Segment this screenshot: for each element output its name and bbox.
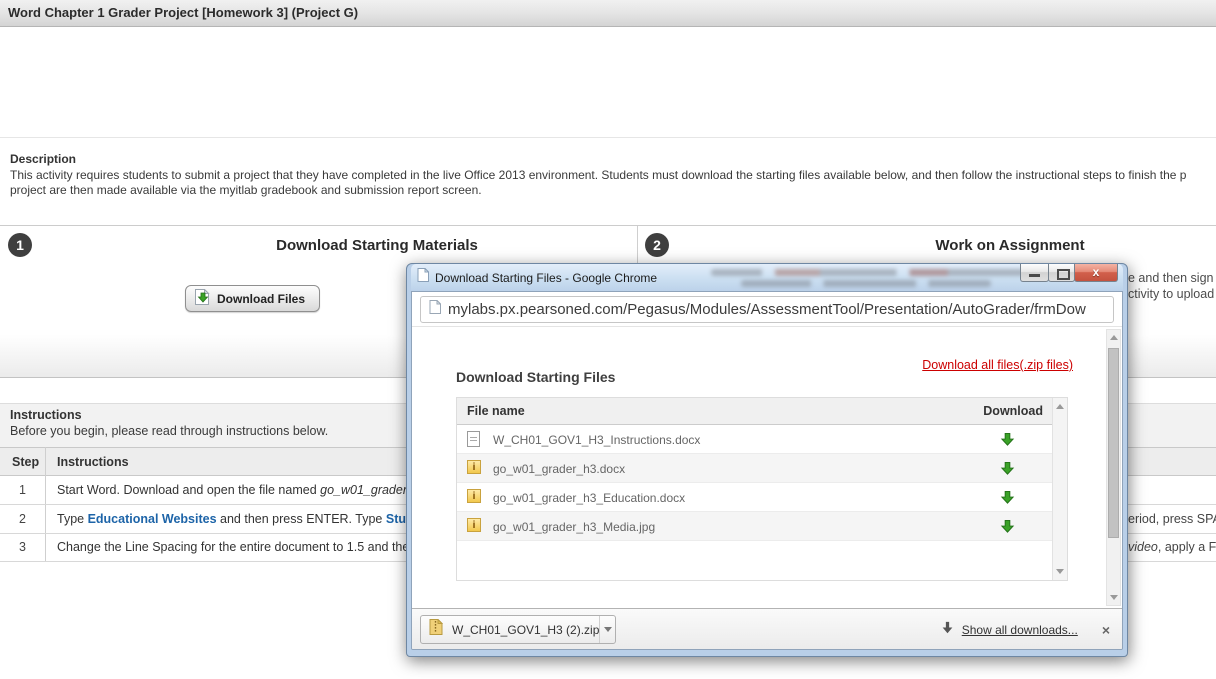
popup-heading: Download Starting Files [456,369,615,385]
step2-text-fragment: e and then sign o [1128,271,1216,285]
file-table-header: File name Download [457,398,1067,425]
instruction-filename: go_w01_grader_ [320,483,414,497]
step-number: 3 [0,540,45,554]
address-bar[interactable]: mylabs.px.pearsoned.com/Pegasus/Modules/… [420,296,1114,323]
description-text-line2: project are then made available via the … [10,183,482,197]
blurred-background-text [711,269,1031,276]
scroll-down-icon[interactable] [1110,595,1118,600]
scroll-up-icon[interactable] [1056,404,1064,409]
step2-title: Work on Assignment [637,237,1216,254]
page-title: Word Chapter 1 Grader Project [Homework … [0,0,1216,27]
download-file-icon [194,289,210,308]
blurred-background-text [741,280,991,287]
column-header-step: Step [12,455,39,469]
downloads-bar-right: Show all downloads... × [941,609,1110,650]
show-all-downloads-link[interactable]: Show all downloads... [962,623,1078,637]
instruction-text: Type [57,512,88,526]
file-row: W_CH01_GOV1_H3_Instructions.docx [457,425,1067,454]
popup-body: mylabs.px.pearsoned.com/Pegasus/Modules/… [411,291,1123,650]
file-row: i go_w01_grader_h3_Media.jpg [457,512,1067,541]
table-scrollbar[interactable] [1052,398,1067,580]
chip-dropdown[interactable] [599,616,615,643]
window-scrollbar[interactable] [1106,329,1121,606]
scroll-up-icon[interactable] [1110,335,1118,340]
download-arrow-icon[interactable] [1000,490,1015,510]
scroll-down-icon[interactable] [1056,569,1064,574]
instructions-subheading: Before you begin, please read through in… [10,424,328,438]
download-arrow-icon[interactable] [1000,461,1015,481]
download-arrow-icon[interactable] [1000,519,1015,539]
scrollbar-thumb[interactable] [1108,348,1119,538]
maximize-button[interactable] [1048,264,1075,282]
chevron-down-icon [604,627,612,632]
popup-content: Download Starting Files Download all fil… [412,327,1122,608]
instruction-text-fragment: eriod, press SPAC [1128,512,1216,526]
download-arrow-icon[interactable] [1000,432,1015,452]
instructions-heading: Instructions [10,408,82,422]
step-instruction-text: Start Word. Download and open the file n… [57,483,414,497]
download-files-label: Download Files [217,292,305,306]
download-popup-window: Download Starting Files - Google Chrome … [406,263,1128,657]
instruction-text: and then press ENTER. Type [217,512,386,526]
window-controls: x [1021,264,1118,282]
description-heading: Description [10,152,76,166]
column-header-instructions: Instructions [57,455,129,469]
step-number: 2 [0,512,45,526]
document-icon [467,431,480,447]
minimize-button[interactable] [1020,264,1049,282]
instruction-text: video [1128,540,1158,554]
file-row: i go_w01_grader_h3_Education.docx [457,483,1067,512]
zip-file-icon [421,619,443,640]
page-icon [429,300,441,319]
download-arrow-icon [941,621,954,639]
step-number: 1 [0,483,45,497]
file-name: W_CH01_GOV1_H3_Instructions.docx [493,433,700,447]
step2-text-fragment: ctivity to upload th [1128,287,1216,301]
downloaded-file-chip[interactable]: W_CH01_GOV1_H3 (2).zip [420,615,616,644]
divider [0,137,1216,138]
description-text-line1: This activity requires students to submi… [10,168,1216,182]
info-icon: i [467,489,481,503]
instruction-text: , apply a Fir [1158,540,1216,554]
popup-window-title: Download Starting Files - Google Chrome [435,271,657,285]
instruction-link[interactable]: Educational Websites [88,512,217,526]
close-downloads-bar-icon[interactable]: × [1102,623,1110,637]
download-all-link[interactable]: Download all files(.zip files) [922,358,1073,372]
file-name: go_w01_grader_h3_Education.docx [493,491,685,505]
step-instruction-text: Type Educational Websites and then press… [57,512,425,526]
info-icon: i [467,518,481,532]
instruction-text-fragment: video, apply a Fir [1128,540,1216,554]
download-files-button[interactable]: Download Files [185,285,320,312]
close-button[interactable]: x [1074,264,1118,282]
url-text: mylabs.px.pearsoned.com/Pegasus/Modules/… [448,301,1086,318]
file-name: go_w01_grader_h3_Media.jpg [493,520,655,534]
instruction-text: Start Word. Download and open the file n… [57,483,320,497]
popup-title-bar[interactable]: Download Starting Files - Google Chrome … [411,264,1123,291]
url-row: mylabs.px.pearsoned.com/Pegasus/Modules/… [412,292,1122,327]
step-instruction-text: Change the Line Spacing for the entire d… [57,540,419,554]
info-icon: i [467,460,481,474]
file-table: File name Download W_CH01_GOV1_H3_Instru… [456,397,1068,581]
file-row: i go_w01_grader_h3.docx [457,454,1067,483]
column-header-file-name: File name [467,404,525,418]
downloads-bar: W_CH01_GOV1_H3 (2).zip Show all download… [412,608,1122,650]
file-name: go_w01_grader_h3.docx [493,462,625,476]
page-icon [417,268,429,287]
screen: Word Chapter 1 Grader Project [Homework … [0,0,1216,679]
downloaded-file-name: W_CH01_GOV1_H3 (2).zip [443,623,599,637]
column-header-download: Download [983,404,1043,418]
